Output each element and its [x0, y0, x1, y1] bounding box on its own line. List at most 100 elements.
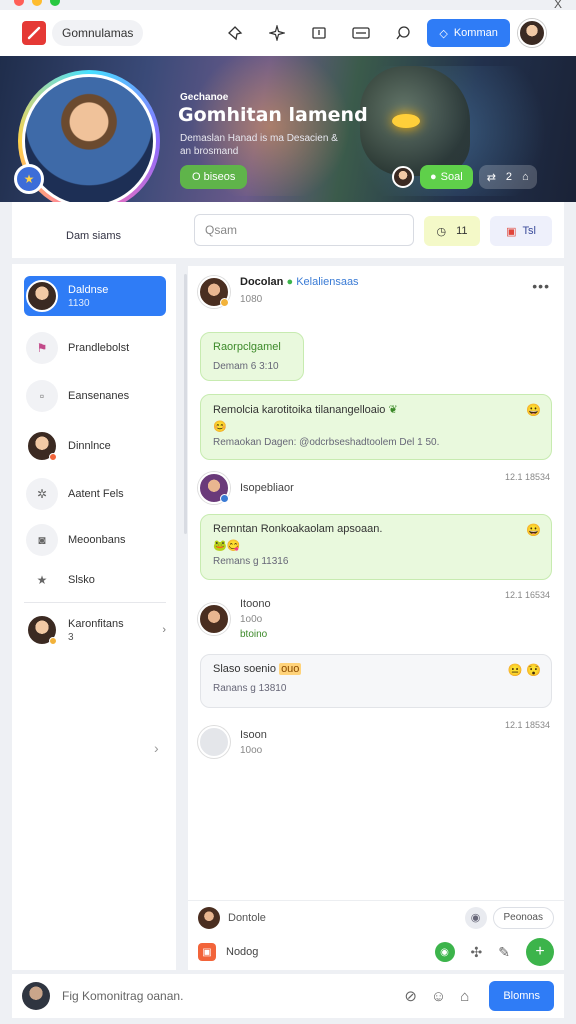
- screen-icon[interactable]: [351, 23, 371, 43]
- message-bubble[interactable]: Remolcia karotitoika tilanangelloaio ❦ 😊…: [200, 394, 552, 460]
- chat-header: Docolan ● Kelaliensaas 1080: [198, 276, 359, 308]
- emoji-icon[interactable]: 😐 😯: [508, 663, 541, 677]
- camera-icon: ◙: [26, 524, 58, 556]
- banner-soal-button[interactable]: ● Soal: [420, 165, 473, 189]
- placeholder-avatar-icon: [198, 726, 230, 758]
- diamond-icon: ◇: [439, 27, 448, 40]
- emoji-icon[interactable]: 😀: [526, 403, 541, 417]
- minimize-window-dot[interactable]: [32, 0, 42, 6]
- row-name: Isoon: [240, 728, 267, 741]
- pen-icon[interactable]: ✎: [498, 944, 510, 961]
- emoji-icon[interactable]: 😀: [526, 523, 541, 537]
- top-action-label: Komman: [453, 27, 498, 39]
- chevron-right-icon[interactable]: ›: [162, 624, 166, 636]
- sidebar-item-scenes[interactable]: ▫ Eansenanes: [24, 376, 166, 416]
- sidebar-item-sub: 1130: [68, 297, 90, 309]
- message-input[interactable]: Fig Komonitrag oanan.: [62, 989, 183, 1003]
- top-toolbar: [225, 23, 413, 43]
- message-bubble[interactable]: Raorpclgamel Demam 6 3:10: [200, 332, 304, 381]
- sidebar-item-label: Aatent Fels: [68, 488, 124, 500]
- chat-bubble-icon[interactable]: [393, 23, 413, 43]
- row-extra: btoino: [240, 629, 268, 640]
- footer-avatar[interactable]: [198, 906, 220, 929]
- message-composer: Fig Komonitrag oanan. ⊘ ☺ ⌂ Blomns: [12, 974, 564, 1018]
- banner-subtitle: Demaslan Hanad is ma Desacien & an brosm…: [180, 133, 338, 157]
- footer-left-label: Dontole: [228, 911, 266, 924]
- message-bubble[interactable]: Remntan Ronkoakaolam apsoaan. 🐸😋 Remans …: [200, 514, 552, 580]
- sidebar-item-label: Daldnse: [68, 283, 109, 296]
- sidebar-item-slsko[interactable]: ★ Slsko: [24, 560, 166, 600]
- contact-avatar: [198, 472, 230, 504]
- pin-icon[interactable]: [225, 23, 245, 43]
- contact-avatar[interactable]: [198, 276, 230, 308]
- share-icon: ⇄: [486, 171, 496, 184]
- timer-pill[interactable]: ◷ 11: [424, 216, 480, 246]
- add-button[interactable]: +: [526, 938, 554, 966]
- banner-stats[interactable]: ⇄ 2 ⌂: [478, 165, 537, 189]
- row-name: Itoono: [240, 598, 271, 610]
- message-row[interactable]: Isopebliaor: [198, 472, 294, 504]
- top-bar: Gomnulamas ◇ Komman: [0, 10, 576, 56]
- sidebar-item-karonfitans[interactable]: Karonfitans 3 ›: [24, 610, 166, 650]
- sidebar-item-brand[interactable]: ⚑ Prandlebolst: [24, 328, 166, 368]
- sidebar-item-dinner[interactable]: Dinnlnce: [24, 426, 166, 466]
- star-icon: ★: [36, 573, 48, 587]
- top-action-button[interactable]: ◇ Komman: [427, 19, 510, 47]
- banner-count: 2: [505, 171, 513, 183]
- message-title: Slaso soenio: [213, 663, 276, 675]
- app-name[interactable]: Gomnulamas: [52, 20, 144, 46]
- friend-avatar[interactable]: [392, 166, 414, 188]
- row-name: Isopebliaor: [240, 482, 294, 494]
- inbox-icon[interactable]: ⌂: [460, 988, 469, 1005]
- clock-icon: ◷: [436, 225, 447, 238]
- sidebar-item-active[interactable]: Daldnse 1130: [24, 276, 166, 316]
- banner-soal-label: Soal: [440, 171, 463, 183]
- chat-action-bar: ▣ Nodog ◉ ✣ ✎ +: [188, 934, 564, 970]
- note-icon[interactable]: ▣: [198, 943, 216, 961]
- puzzle-icon[interactable]: ✣: [471, 944, 483, 961]
- sidebar-item-sub: 3: [68, 631, 74, 643]
- contact-status: Kelaliensaas: [296, 276, 359, 288]
- message-title: Raorpclgamel: [213, 341, 281, 353]
- chevron-right-icon[interactable]: ›: [154, 740, 159, 756]
- message-highlight: ouo: [279, 663, 302, 675]
- profile-avatar[interactable]: [18, 70, 160, 212]
- footer-ghost-button[interactable]: Peonoas: [492, 906, 554, 929]
- more-options-icon[interactable]: •••: [532, 278, 550, 294]
- row-sub: 10oo: [240, 744, 263, 756]
- chat-panel: Docolan ● Kelaliensaas 1080 ••• Raorpclg…: [188, 266, 564, 970]
- composer-avatar[interactable]: [22, 982, 50, 1010]
- timestamp: 12.1 16534: [504, 590, 550, 600]
- record-icon[interactable]: ◉: [434, 942, 455, 962]
- search-input[interactable]: Qsam: [194, 214, 414, 246]
- sidebar-avatar: [26, 430, 58, 462]
- sidebar-item-label: Karonfitans: [68, 617, 124, 630]
- banner-green-button[interactable]: O biseos: [180, 165, 248, 189]
- inbox-icon[interactable]: [309, 23, 329, 43]
- alert-pill[interactable]: ▣ Tsl: [490, 216, 552, 246]
- app-logo-icon[interactable]: [22, 21, 46, 45]
- window-controls: [14, 0, 60, 6]
- banner-green-label: O biseos: [192, 171, 236, 183]
- leaf-icon: ●: [430, 171, 437, 183]
- message-bubble[interactable]: Slaso soenio ouo Ranans g 13810 😐 😯: [200, 654, 552, 708]
- settings-icon[interactable]: ◉: [464, 906, 487, 929]
- message-row[interactable]: Itoono 1o0o btoino: [198, 598, 271, 640]
- contact-name: Docolan: [240, 276, 284, 288]
- sparkle-icon[interactable]: [267, 23, 287, 43]
- sidebar-avatar: [26, 614, 58, 646]
- emoji-picker-icon[interactable]: ☺: [431, 988, 446, 1005]
- sidebar-item-media[interactable]: ◙ Meoonbans: [24, 520, 166, 560]
- emoji-row-icon: 🐸😋: [213, 540, 241, 552]
- sidebar-item-label: Eansenanes: [68, 390, 130, 402]
- message-row[interactable]: Isoon 10oo: [198, 726, 267, 758]
- user-avatar[interactable]: [517, 19, 546, 47]
- send-button[interactable]: Blomns: [489, 981, 554, 1011]
- sidebar-avatar: [26, 280, 58, 312]
- maximize-window-dot[interactable]: [50, 0, 60, 6]
- sidebar-item-files[interactable]: ✲ Aatent Fels: [24, 474, 166, 514]
- sidebar-scrollbar[interactable]: [184, 274, 187, 534]
- attach-icon[interactable]: ⊘: [404, 987, 417, 1005]
- message-title: Remolcia karotitoika tilanangelloaio: [213, 404, 386, 416]
- close-window-dot[interactable]: [14, 0, 24, 6]
